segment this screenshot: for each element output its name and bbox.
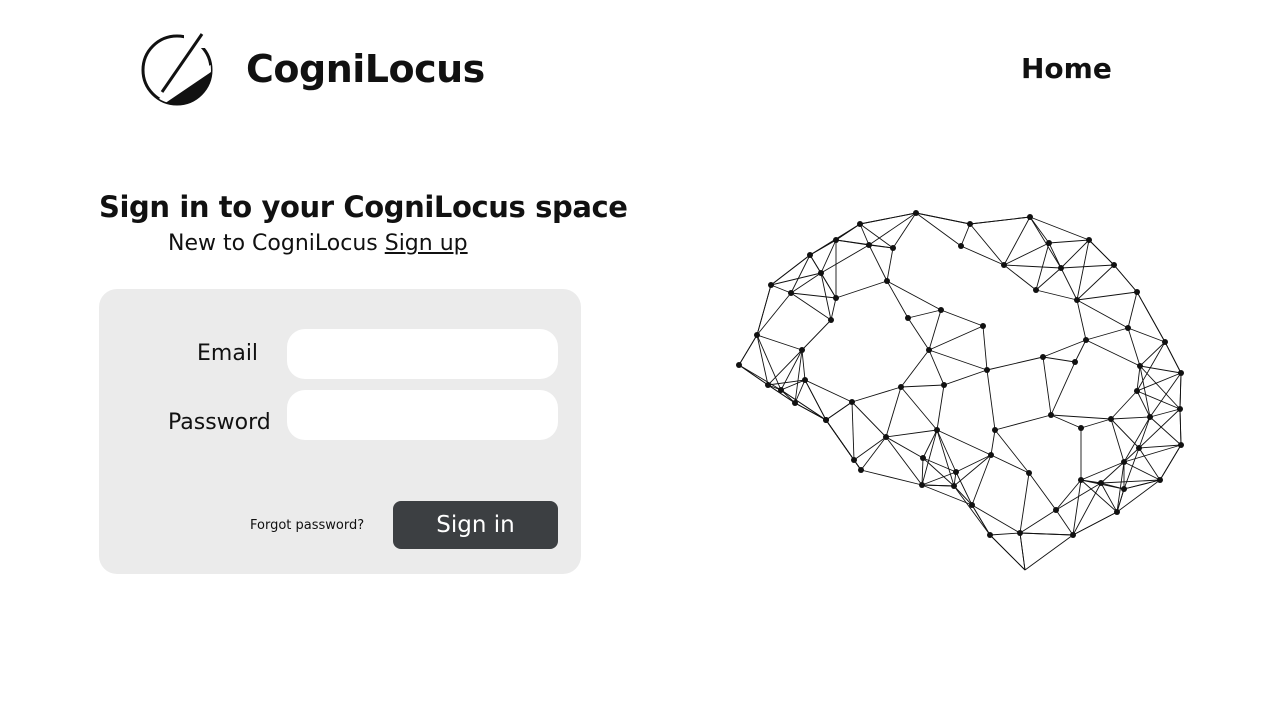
signin-form-card: Email Password Forgot password? Sign in (99, 289, 581, 574)
signup-prompt-text: New to CogniLocus (168, 231, 378, 256)
signin-page: CogniLocus Home Sign in to your CogniLoc… (0, 0, 1280, 723)
password-label: Password (168, 410, 271, 435)
half-circle-logo-icon (141, 28, 216, 106)
page-title: Sign in to your CogniLocus space (99, 190, 628, 224)
password-field[interactable] (287, 390, 558, 440)
email-label: Email (197, 341, 259, 366)
brand-name: CogniLocus (246, 47, 485, 91)
forgot-password-link[interactable]: Forgot password? (250, 518, 364, 533)
signup-prompt: New to CogniLocus Sign up (168, 231, 468, 256)
email-field[interactable] (287, 329, 558, 379)
signup-link[interactable]: Sign up (385, 231, 468, 256)
nav-home-link[interactable]: Home (1021, 52, 1112, 85)
brain-network-icon (736, 210, 1184, 571)
sign-in-button[interactable]: Sign in (393, 501, 558, 549)
